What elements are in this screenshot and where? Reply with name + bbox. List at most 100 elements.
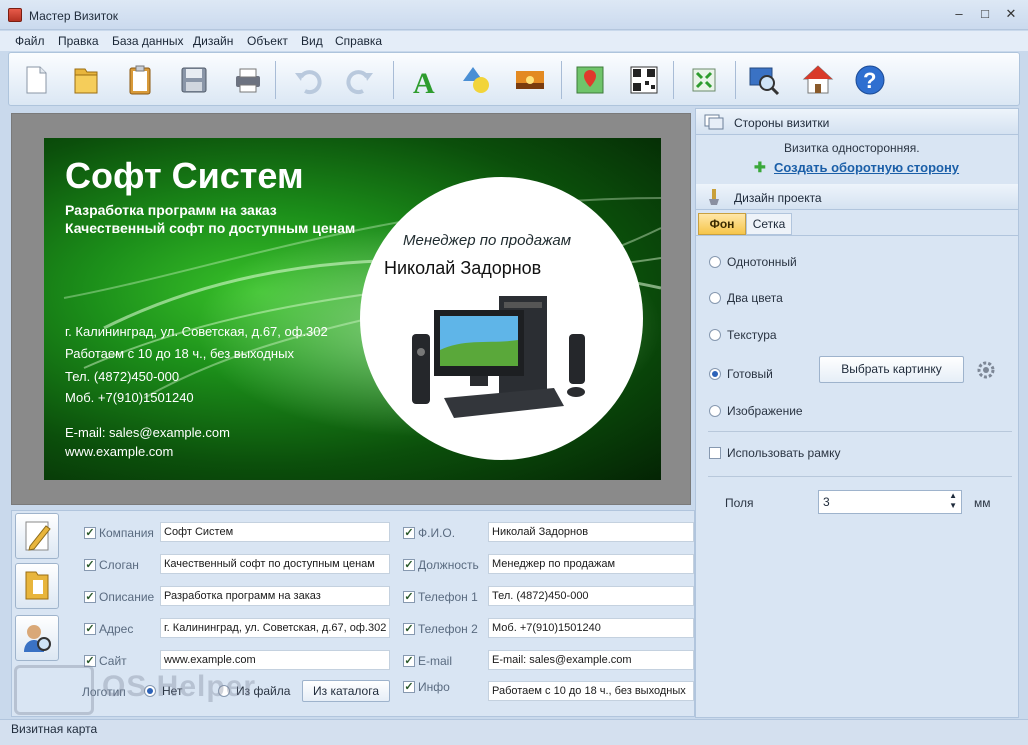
- svg-text:A: A: [413, 67, 435, 99]
- clipboard-icon[interactable]: [121, 61, 159, 99]
- sides-header[interactable]: Стороны визитки: [696, 109, 1018, 135]
- open-folder-icon[interactable]: [67, 61, 105, 99]
- menu-edit[interactable]: Правка: [58, 34, 99, 48]
- use-frame-check[interactable]: [709, 447, 721, 459]
- field-site-input[interactable]: www.example.com: [160, 650, 390, 670]
- create-back-side-link[interactable]: Создать оборотную сторону: [774, 160, 959, 175]
- option-solid[interactable]: Однотонный: [709, 255, 797, 269]
- field-info-input[interactable]: Работаем с 10 до 18 ч., без выходных: [488, 681, 694, 701]
- margins-input[interactable]: 3 ▲ ▼: [818, 490, 962, 514]
- close-button[interactable]: ✕: [1000, 6, 1022, 24]
- field-address-input[interactable]: г. Калининград, ул. Советская, д.67, оф.…: [160, 618, 390, 638]
- choose-picture-button[interactable]: Выбрать картинку: [819, 356, 964, 383]
- check-position[interactable]: ✓: [403, 559, 415, 571]
- fit-screen-icon[interactable]: [685, 61, 723, 99]
- folder-icon: [25, 571, 49, 600]
- check-slogan[interactable]: ✓: [84, 559, 96, 571]
- option-image-label: Изображение: [727, 404, 803, 418]
- field-name-label: Ф.И.О.: [418, 526, 456, 540]
- menu-bar: Файл Правка База данных Дизайн Объект Ви…: [0, 31, 1028, 51]
- check-email[interactable]: ✓: [403, 655, 415, 667]
- field-site-label: Сайт: [99, 654, 127, 668]
- radio-two-colors[interactable]: [709, 292, 721, 304]
- app-icon: [8, 8, 22, 22]
- design-header[interactable]: Дизайн проекта: [696, 184, 1018, 210]
- field-phone1-input[interactable]: Тел. (4872)450-000: [488, 586, 694, 606]
- use-frame-label: Использовать рамку: [727, 446, 841, 460]
- check-info[interactable]: ✓: [403, 681, 415, 693]
- computer-icon: [412, 296, 585, 418]
- sides-title: Стороны визитки: [734, 116, 830, 130]
- tab-divider: [696, 235, 1018, 236]
- minimize-button[interactable]: –: [948, 6, 970, 24]
- gear-icon[interactable]: [976, 360, 996, 380]
- print-icon[interactable]: [229, 61, 267, 99]
- radio-image[interactable]: [709, 405, 721, 417]
- from-catalog-button[interactable]: Из каталога: [302, 680, 390, 702]
- use-frame-checkbox[interactable]: Использовать рамку: [709, 446, 841, 460]
- edit-card-button[interactable]: [15, 513, 59, 559]
- option-solid-label: Однотонный: [727, 255, 797, 269]
- menu-file[interactable]: Файл: [15, 34, 45, 48]
- field-name-input[interactable]: Николай Задорнов: [488, 522, 694, 542]
- margins-value: 3: [823, 495, 830, 509]
- field-phone2-input[interactable]: Моб. +7(910)1501240: [488, 618, 694, 638]
- toolbar-separator: [561, 61, 562, 99]
- field-email-input[interactable]: E-mail: sales@example.com: [488, 650, 694, 670]
- card-hours: Работаем с 10 до 18 ч., без выходных: [65, 346, 294, 361]
- database-button[interactable]: [15, 563, 59, 609]
- radio-texture[interactable]: [709, 329, 721, 341]
- option-texture[interactable]: Текстура: [709, 328, 777, 342]
- design-title: Дизайн проекта: [734, 191, 822, 205]
- option-two-colors[interactable]: Два цвета: [709, 291, 783, 305]
- option-ready-label: Готовый: [727, 367, 773, 381]
- option-image[interactable]: Изображение: [709, 404, 803, 418]
- field-description-input[interactable]: Разработка программ на заказ: [160, 586, 390, 606]
- check-phone2[interactable]: ✓: [403, 623, 415, 635]
- field-company-input[interactable]: Софт Систем: [160, 522, 390, 542]
- menu-design[interactable]: Дизайн: [193, 34, 233, 48]
- check-description[interactable]: ✓: [84, 591, 96, 603]
- divider: [708, 431, 1012, 432]
- tab-grid[interactable]: Сетка: [746, 213, 792, 235]
- text-icon[interactable]: A: [405, 61, 443, 100]
- menu-help[interactable]: Справка: [335, 34, 382, 48]
- tab-background[interactable]: Фон: [698, 213, 746, 235]
- shapes-icon[interactable]: [459, 61, 497, 99]
- field-slogan-input[interactable]: Качественный софт по доступным ценам: [160, 554, 390, 574]
- menu-object[interactable]: Объект: [247, 34, 288, 48]
- menu-database[interactable]: База данных: [112, 34, 183, 48]
- card-mobile: Моб. +7(910)1501240: [65, 390, 194, 405]
- card-phone: Тел. (4872)450-000: [65, 369, 180, 384]
- design-canvas[interactable]: Софт Систем Разработка программ на заказ…: [11, 113, 691, 505]
- option-two-colors-label: Два цвета: [727, 291, 783, 305]
- help-icon[interactable]: ?: [851, 61, 889, 99]
- save-icon[interactable]: [175, 61, 213, 99]
- card-company: Софт Систем: [65, 155, 304, 196]
- radio-solid[interactable]: [709, 256, 721, 268]
- spinner-arrows-icon[interactable]: ▲ ▼: [949, 491, 957, 511]
- check-company[interactable]: ✓: [84, 527, 96, 539]
- business-card[interactable]: Софт Систем Разработка программ на заказ…: [44, 138, 661, 480]
- card-slogan-2: Качественный софт по доступным ценам: [65, 220, 356, 236]
- map-icon[interactable]: [571, 61, 609, 99]
- check-address[interactable]: ✓: [84, 623, 96, 635]
- qr-code-icon[interactable]: [625, 61, 663, 99]
- svg-text:?: ?: [863, 68, 876, 93]
- divider: [708, 476, 1012, 477]
- maximize-button[interactable]: □: [974, 6, 996, 24]
- new-file-icon[interactable]: [17, 61, 55, 99]
- menu-view[interactable]: Вид: [301, 34, 323, 48]
- home-icon[interactable]: [799, 61, 837, 99]
- image-icon[interactable]: [511, 61, 549, 99]
- undo-icon[interactable]: [289, 61, 327, 99]
- card-address: г. Калининград, ул. Советская, д.67, оф.…: [65, 324, 328, 339]
- preview-icon[interactable]: [745, 61, 783, 99]
- check-name[interactable]: ✓: [403, 527, 415, 539]
- check-phone1[interactable]: ✓: [403, 591, 415, 603]
- option-ready[interactable]: Готовый: [709, 367, 773, 381]
- radio-ready[interactable]: [709, 368, 721, 380]
- contacts-button[interactable]: [15, 615, 59, 661]
- redo-icon[interactable]: [341, 61, 379, 99]
- field-position-input[interactable]: Менеджер по продажам: [488, 554, 694, 574]
